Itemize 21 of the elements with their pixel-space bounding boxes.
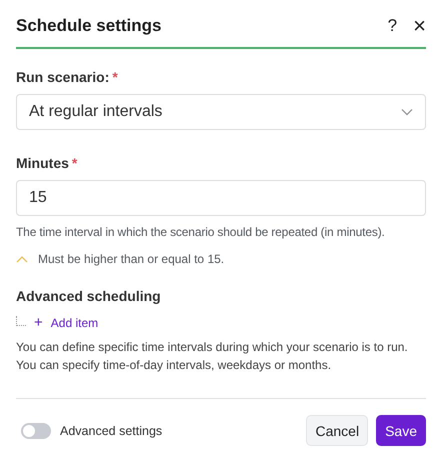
field-label: Run scenario: [16,69,110,85]
toggle-switch[interactable] [21,422,51,438]
cancel-button[interactable]: Cancel [306,415,368,446]
toggle-label: Advanced settings [60,424,162,438]
close-button[interactable]: × [413,8,426,38]
section-description: You can define specific time intervals during which your scenario is to run. You can specify time-of-day intervals, weekdays or months. [16,339,409,374]
section-heading: Advanced scheduling [16,288,162,304]
required-mark: * [72,155,78,171]
help-button[interactable]: ? [388,12,398,36]
save-button[interactable]: Save [376,415,426,446]
required-mark: * [112,69,118,85]
validation-message: Must be higher than or equal to 15. [38,252,224,266]
scenario-dropdown[interactable]: At regular intervals [16,94,426,130]
help-text: The time interval in which the scenario should be repeated (in minutes). [16,225,386,239]
dialog-title: Schedule settings [16,14,162,36]
tree-connector [16,316,26,326]
chevron-up-icon [16,256,28,262]
add-item-button[interactable]: + Add item [34,315,98,330]
field-label: Minutes [16,155,69,171]
chevron-down-icon [401,108,413,116]
minutes-input[interactable]: 15 [16,180,426,216]
